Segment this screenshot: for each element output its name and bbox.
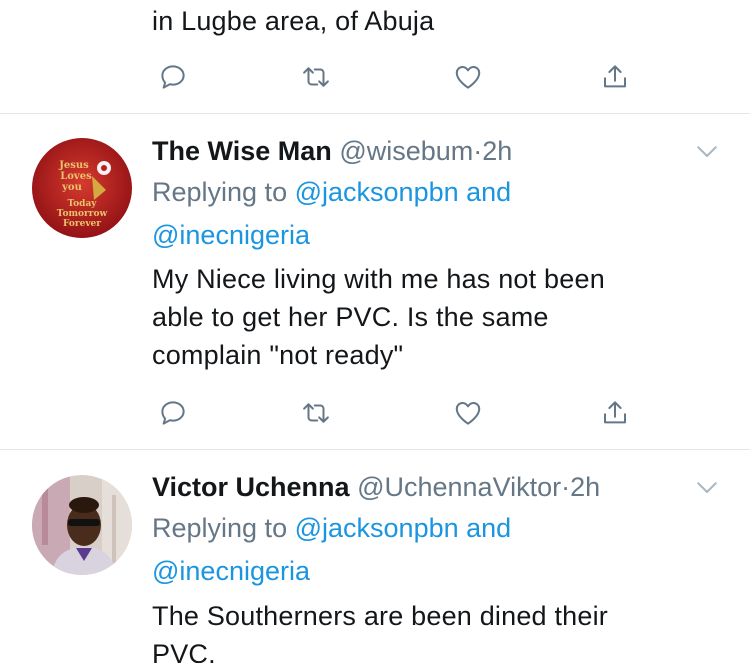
- heart-icon: [455, 66, 481, 89]
- user-handle[interactable]: @wisebum: [339, 136, 473, 166]
- tweet-header: The Wise Man @wisebum·2h: [152, 132, 690, 170]
- replying-and[interactable]: and: [466, 177, 511, 207]
- reply-button[interactable]: [155, 59, 191, 95]
- avatar[interactable]: Jesus Loves you Today Tomorrow Forever: [32, 138, 132, 238]
- tweet-text: in Lugbe area, of Abuja: [152, 6, 435, 36]
- separator-dot: ·: [561, 472, 571, 502]
- tweet-text-line: complain "not ready": [152, 340, 404, 370]
- display-name[interactable]: The Wise Man: [152, 136, 332, 166]
- tweet-menu-button[interactable]: [692, 472, 722, 502]
- avatar-text: Forever: [63, 219, 101, 229]
- share-button[interactable]: [597, 59, 633, 95]
- tweet-text-line: My Niece living with me has not been: [152, 264, 605, 294]
- share-icon: [604, 65, 626, 88]
- avatar-text: Tomorrow: [57, 209, 108, 219]
- mention-link[interactable]: @jacksonpbn: [295, 177, 459, 207]
- replying-label: Replying to: [152, 177, 288, 207]
- like-button[interactable]: [450, 59, 486, 95]
- chevron-down-icon: [697, 146, 717, 157]
- mention-link[interactable]: @inecnigeria: [152, 556, 310, 586]
- avatar[interactable]: [32, 475, 132, 575]
- share-icon: [604, 401, 626, 424]
- tweet[interactable]: Victor Uchenna @UchennaViktor·2h Replyin…: [0, 450, 750, 663]
- heart-icon: [455, 402, 481, 425]
- display-name[interactable]: Victor Uchenna: [152, 472, 350, 502]
- tweet-partial: in Lugbe area, of Abuja: [0, 0, 750, 113]
- tweet-text: My Niece living with me has not been abl…: [152, 260, 680, 374]
- timestamp[interactable]: 2h: [482, 136, 512, 166]
- user-handle[interactable]: @UchennaViktor: [357, 472, 561, 502]
- replying-to: Replying to @jacksonpbn and @inecnigeria: [152, 507, 710, 593]
- separator-dot: ·: [473, 136, 483, 166]
- tweet-actions: [152, 59, 652, 95]
- tweet-header: Victor Uchenna @UchennaViktor·2h: [152, 468, 690, 506]
- chevron-down-icon: [697, 482, 717, 493]
- replying-to: Replying to @jacksonpbn and @inecnigeria: [152, 171, 710, 257]
- retweet-icon: [303, 403, 329, 423]
- tweet-text-line: PVC.: [152, 639, 216, 663]
- retweet-button[interactable]: [298, 59, 334, 95]
- tweet-menu-button[interactable]: [692, 136, 722, 166]
- avatar-image: Jesus Loves you Today Tomorrow Forever: [32, 138, 132, 238]
- replying-and[interactable]: and: [466, 513, 511, 543]
- tweet[interactable]: Jesus Loves you Today Tomorrow Forever T…: [0, 114, 750, 449]
- avatar-image: [32, 475, 132, 575]
- retweet-button[interactable]: [298, 395, 334, 431]
- share-button[interactable]: [597, 395, 633, 431]
- avatar-text: Today: [67, 199, 97, 209]
- reply-icon: [161, 401, 185, 425]
- avatar-text: Jesus: [58, 160, 89, 171]
- reply-icon: [161, 65, 185, 89]
- avatar-text: you: [61, 182, 82, 193]
- mention-link[interactable]: @jacksonpbn: [295, 513, 459, 543]
- timestamp[interactable]: 2h: [570, 472, 600, 502]
- reply-button[interactable]: [155, 395, 191, 431]
- timeline-feed: in Lugbe area, of Abuja Jesus Loves you …: [0, 0, 750, 663]
- tweet-actions: [152, 395, 652, 431]
- avatar-text: Loves: [60, 171, 92, 182]
- replying-label: Replying to: [152, 513, 288, 543]
- retweet-icon: [303, 67, 329, 87]
- tweet-text-line: The Southerners are been dined their: [152, 601, 608, 631]
- mention-link[interactable]: @inecnigeria: [152, 220, 310, 250]
- like-button[interactable]: [450, 395, 486, 431]
- tweet-text: The Southerners are been dined their PVC…: [152, 597, 680, 663]
- tweet-text-line: able to get her PVC. Is the same: [152, 302, 549, 332]
